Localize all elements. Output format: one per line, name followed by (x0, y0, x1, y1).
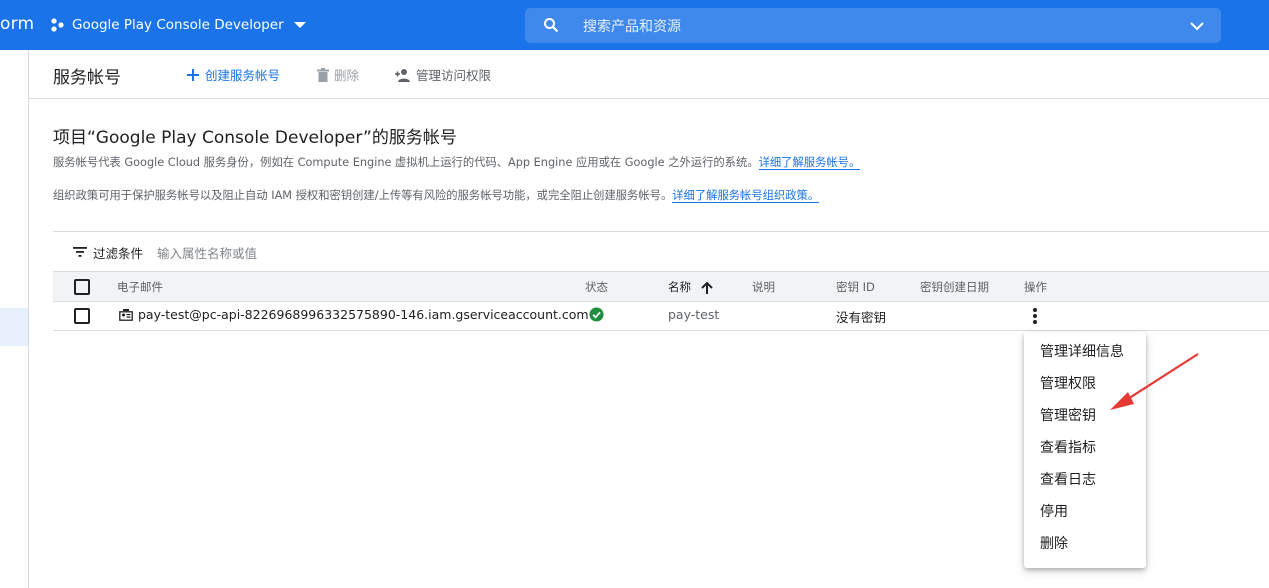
search-input[interactable] (581, 8, 1145, 45)
plus-icon (187, 68, 199, 81)
project-hexagon-icon (51, 18, 64, 32)
description-1-text: 服务帐号代表 Google Cloud 服务身份，例如在 Compute Eng… (53, 156, 759, 169)
create-service-account-button[interactable]: 创建服务帐号 (186, 65, 280, 84)
top-app-bar: orm Google Play Console Developer (0, 0, 1269, 50)
description-2: 组织政策可用于保护服务帐号以及阻止自动 IAM 授权和密钥创建/上传等有风险的服… (53, 187, 820, 203)
section-title: 项目“Google Play Console Developer”的服务帐号 (53, 128, 457, 148)
row-checkbox[interactable] (74, 308, 90, 324)
delete-label: 删除 (334, 68, 360, 83)
row-email[interactable]: pay-test@pc-api-8226968996332575890-146.… (138, 307, 589, 322)
delete-button[interactable]: 删除 (317, 65, 359, 84)
trash-icon (317, 67, 329, 82)
filter-bar: 过滤条件 输入属性名称或值 (53, 231, 1269, 272)
project-name: Google Play Console Developer (72, 17, 284, 33)
create-label: 创建服务帐号 (205, 68, 281, 83)
description-1: 服务帐号代表 Google Cloud 服务身份，例如在 Compute Eng… (53, 154, 861, 170)
table-header: 电子邮件 状态 名称 说明 密钥 ID 密钥创建日期 操作 (53, 271, 1269, 302)
column-email[interactable]: 电子邮件 (117, 279, 163, 295)
chevron-down-icon[interactable] (1189, 18, 1205, 34)
column-actions: 操作 (1024, 280, 1047, 294)
column-key-id[interactable]: 密钥 ID (836, 279, 875, 295)
row-key-id: 没有密钥 (836, 310, 887, 325)
manage-access-button[interactable]: 管理访问权限 (395, 65, 491, 84)
description-2-text: 组织政策可用于保护服务帐号以及阻止自动 IAM 授权和密钥创建/上传等有风险的服… (53, 189, 673, 202)
column-status[interactable]: 状态 (585, 279, 608, 295)
left-navigation-rail (0, 50, 29, 588)
menu-item-view-metrics[interactable]: 查看指标 (1024, 432, 1146, 464)
row-name: pay-test (668, 307, 720, 322)
brand-fragment[interactable]: orm (0, 14, 34, 34)
page-title: 服务帐号 (53, 68, 121, 88)
menu-item-view-logs[interactable]: 查看日志 (1024, 464, 1146, 496)
search-icon (544, 18, 559, 33)
search-bar[interactable] (525, 8, 1221, 45)
org-policy-link[interactable]: 详细了解服务帐号组织政策。 (672, 189, 820, 203)
dropdown-caret-icon (293, 22, 306, 28)
learn-more-link[interactable]: 详细了解服务帐号。 (758, 156, 861, 170)
column-description[interactable]: 说明 (752, 279, 775, 295)
person-add-icon (395, 68, 410, 82)
select-all-checkbox[interactable] (74, 279, 90, 295)
column-key-created[interactable]: 密钥创建日期 (920, 279, 989, 295)
page-header: 服务帐号 创建服务帐号 删除 管理访问权限 (29, 50, 1269, 99)
nav-item-selected[interactable] (0, 308, 28, 346)
column-name[interactable]: 名称 (668, 279, 713, 295)
service-account-icon (119, 309, 133, 321)
sort-ascending-icon (701, 281, 713, 294)
menu-item-delete[interactable]: 删除 (1024, 528, 1146, 560)
manage-access-label: 管理访问权限 (416, 68, 492, 83)
table-row: pay-test@pc-api-8226968996332575890-146.… (53, 301, 1269, 331)
project-selector[interactable]: Google Play Console Developer (50, 14, 306, 36)
annotation-arrow-icon (1110, 353, 1199, 410)
menu-item-disable[interactable]: 停用 (1024, 496, 1146, 528)
filter-label[interactable]: 过滤条件 (93, 243, 143, 262)
filter-icon (73, 247, 87, 257)
filter-input[interactable]: 输入属性名称或值 (157, 243, 257, 262)
column-name-label: 名称 (668, 280, 691, 294)
check-circle-icon (589, 307, 604, 322)
more-vert-icon[interactable] (1025, 306, 1045, 326)
